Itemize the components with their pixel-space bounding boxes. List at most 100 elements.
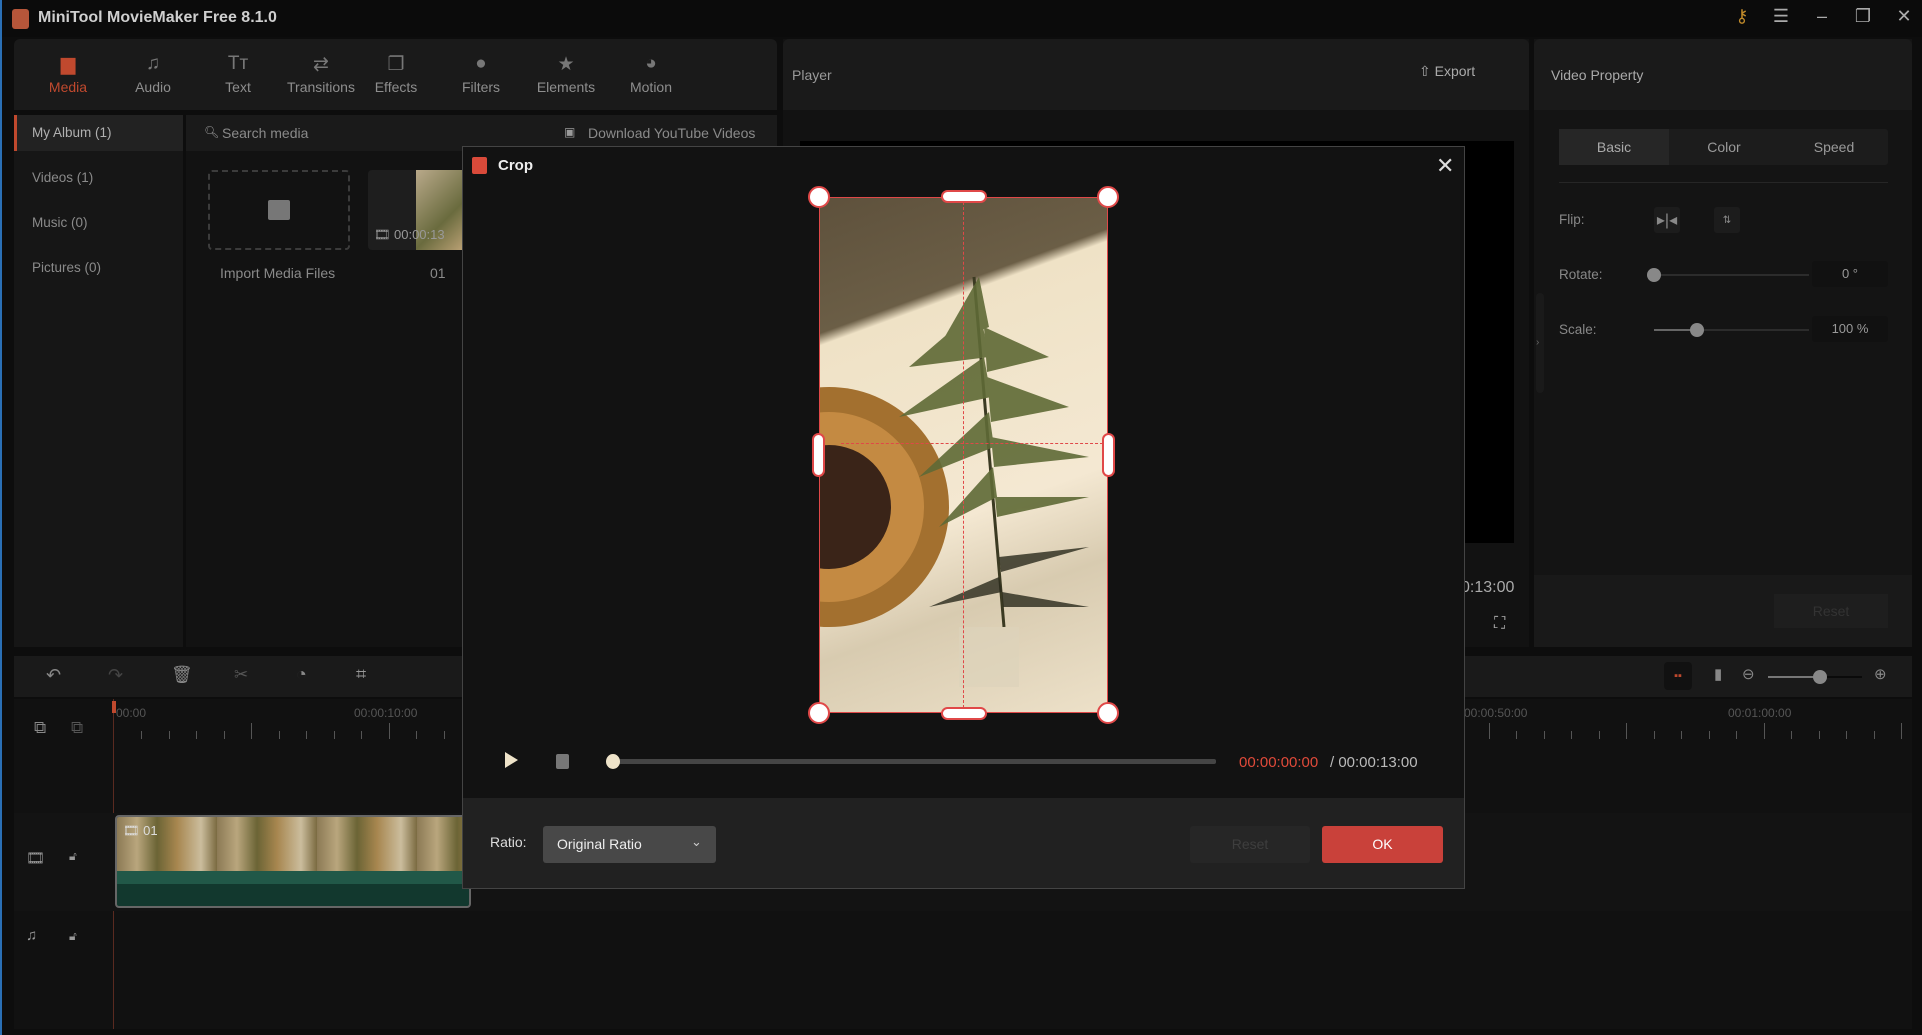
crop-progress-knob[interactable] (606, 754, 620, 769)
ratio-select[interactable]: Original Ratio ⌄ (543, 826, 716, 863)
app-title: MiniTool MovieMaker Free 8.1.0 (38, 9, 277, 26)
remove-track-icon[interactable]: ⧉ (71, 718, 83, 738)
timeline-zoom-knob[interactable] (1812, 670, 1827, 684)
app-logo-icon (12, 9, 29, 29)
property-reset-button[interactable]: Reset (1774, 594, 1888, 628)
import-media-button[interactable] (208, 170, 350, 250)
crop-handle-top[interactable] (941, 190, 987, 203)
stop-button[interactable] (556, 754, 569, 769)
split-icon[interactable]: ✂ (234, 665, 248, 685)
speed-icon[interactable]: ◔ (296, 664, 307, 685)
crop-progress-bar[interactable] (613, 759, 1216, 764)
search-media-input[interactable]: Search media (222, 125, 308, 141)
player-total-time: 0:13:00 (1461, 579, 1515, 596)
ruler-tick (1763, 723, 1765, 739)
zoom-out-icon[interactable]: ⊖ (1742, 665, 1755, 683)
ruler-tick (278, 731, 280, 739)
import-media-label: Import Media Files (220, 265, 336, 281)
flip-vertical-icon[interactable]: ⇅ (1714, 207, 1740, 233)
crop-handle-left[interactable] (812, 433, 825, 477)
menu-icon[interactable]: ☰ (1766, 6, 1796, 30)
ruler-tick (1846, 731, 1847, 739)
sidebar-item-my-album-label[interactable]: My Album (1) (32, 125, 112, 140)
media-folder-icon: ▆ (60, 54, 76, 75)
maximize-icon[interactable]: ❐ (1848, 6, 1878, 30)
media-clip-thumb[interactable]: 🎞︎ 00:00:13 (368, 170, 468, 250)
ruler-tick (1681, 731, 1682, 739)
play-button[interactable] (505, 752, 518, 768)
music-note-icon: ♫ (145, 53, 161, 74)
player-title: Player (792, 67, 832, 83)
crop-handle-bottom-right[interactable] (1097, 702, 1119, 724)
property-tabs: Basic Color Speed (1559, 129, 1888, 165)
crop-handle-bottom-left[interactable] (808, 702, 830, 724)
tool-elements[interactable]: ★ Elements (526, 53, 606, 95)
rotate-slider[interactable] (1654, 274, 1809, 276)
ruler-tick (1736, 731, 1737, 739)
crop-guide-horizontal (841, 443, 1103, 444)
add-track-icon[interactable]: ⧉ (34, 718, 46, 738)
tool-audio[interactable]: ♫ Audio (113, 53, 193, 95)
zoom-in-icon[interactable]: ⊕ (1874, 665, 1887, 683)
lock-icon[interactable]: 🔓︎ (69, 849, 77, 864)
folder-icon (268, 200, 290, 220)
crop-ok-button[interactable]: OK (1322, 826, 1443, 863)
scale-value[interactable]: 100 % (1812, 316, 1888, 342)
ruler-tick (416, 731, 417, 739)
main-toolbar: ▆ Media ♫ Audio Tт Text ⇄ Transitions ❐ Effec… (14, 39, 777, 110)
motion-icon: ◕ (645, 53, 657, 74)
audio-track-icon: ♫ (26, 927, 38, 944)
elements-icon: ★ (557, 54, 575, 75)
effects-icon: ❐ (387, 54, 405, 75)
crop-handle-top-right[interactable] (1097, 186, 1119, 208)
crop-reset-button[interactable]: Reset (1190, 826, 1310, 863)
tab-color[interactable]: Color (1669, 129, 1779, 165)
snap-icon[interactable]: ▪▪ (1664, 662, 1692, 690)
video-clip[interactable]: 🎞︎ 01 (115, 815, 471, 908)
fit-timeline-icon[interactable]: ▮ (1714, 665, 1722, 683)
ruler-tick (1873, 731, 1875, 739)
tool-motion[interactable]: ◕ Motion (611, 53, 691, 95)
minimize-icon[interactable]: – (1807, 6, 1837, 30)
tab-speed[interactable]: Speed (1779, 129, 1889, 165)
tab-basic[interactable]: Basic (1559, 129, 1669, 165)
crop-handle-top-left[interactable] (808, 186, 830, 208)
crop-close-button[interactable]: ✕ (1436, 153, 1454, 179)
ruler-tick (1543, 731, 1545, 739)
fullscreen-icon[interactable]: ⛶ (1494, 615, 1505, 633)
undo-icon[interactable]: ↶ (46, 665, 61, 686)
ruler-tick (196, 731, 197, 739)
tool-media[interactable]: ▆ Media (28, 53, 108, 95)
crop-handle-bottom[interactable] (941, 707, 987, 720)
tool-text[interactable]: Tт Text (198, 53, 278, 95)
sidebar-item-videos[interactable]: Videos (1) (32, 170, 93, 185)
key-icon[interactable]: ⚷ (1727, 6, 1757, 30)
property-title: Video Property (1551, 67, 1644, 83)
ruler-label: 00:00 (116, 706, 147, 720)
crop-footer: Ratio: Original Ratio ⌄ Reset OK (463, 798, 1464, 888)
export-button[interactable]: ⇧ Export (1419, 63, 1475, 80)
delete-icon[interactable]: 🗑︎ (171, 665, 193, 685)
flip-horizontal-icon[interactable]: ▸|◂ (1654, 207, 1680, 233)
ruler-tick (1598, 731, 1600, 739)
crop-icon[interactable]: ⌗ (356, 664, 366, 685)
film-icon: 🎞︎ (374, 227, 391, 242)
ruler-tick (1571, 731, 1572, 739)
ruler-tick (1516, 731, 1517, 739)
ruler-tick (306, 731, 307, 739)
rotate-slider-knob[interactable] (1647, 268, 1661, 282)
lock-icon[interactable]: 🔓︎ (69, 929, 77, 944)
sidebar-item-pictures[interactable]: Pictures (0) (32, 260, 101, 275)
close-icon[interactable]: ✕ (1889, 6, 1919, 30)
crop-handle-right[interactable] (1102, 433, 1115, 477)
rotate-value[interactable]: 0 ° (1812, 261, 1888, 287)
redo-icon[interactable]: ↷ (108, 665, 123, 686)
tool-filters[interactable]: ● Filters (441, 53, 521, 95)
media-clip-name: 01 (430, 265, 446, 281)
download-youtube-link[interactable]: Download YouTube Videos (588, 125, 755, 141)
export-icon: ⇧ (1419, 63, 1431, 79)
sidebar-item-music[interactable]: Music (0) (32, 215, 88, 230)
panel-collapse-handle[interactable]: › (1536, 293, 1544, 393)
tool-effects[interactable]: ❐ Effects (356, 53, 436, 95)
chevron-down-icon: ⌄ (691, 834, 702, 849)
